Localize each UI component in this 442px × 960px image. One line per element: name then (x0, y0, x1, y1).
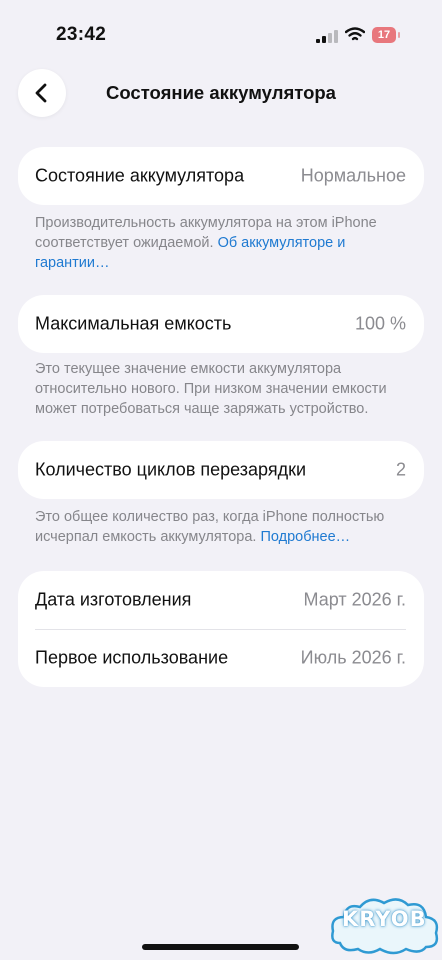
max-capacity-label: Максимальная емкость (35, 313, 232, 334)
cycle-count-more-link[interactable]: Подробнее… (260, 529, 350, 545)
cycle-count-row: Количество циклов перезарядки 2 (35, 441, 406, 499)
manufacture-date-label: Дата изготовления (35, 589, 192, 610)
status-time: 23:42 (56, 24, 107, 45)
page-title: Состояние аккумулятора (106, 82, 336, 103)
max-capacity-footnote: Это текущее значение емкости аккумулятор… (35, 359, 415, 419)
max-capacity-value: 100 % (354, 313, 406, 334)
max-capacity-card: Максимальная емкость 100 % (18, 295, 424, 353)
battery-health-footnote: Производительность аккумулятора на этом … (35, 213, 415, 273)
cycle-count-card: Количество циклов перезарядки 2 (18, 441, 424, 499)
battery-health-card[interactable]: Состояние аккумулятора Нормальное (18, 147, 424, 205)
battery-health-row[interactable]: Состояние аккумулятора Нормальное (35, 147, 406, 205)
cellular-signal-icon (316, 30, 338, 48)
cycle-count-label: Количество циклов перезарядки (35, 459, 307, 480)
home-indicator[interactable] (142, 944, 299, 950)
status-bar: 23:42 17 (0, 0, 442, 70)
battery-health-label: Состояние аккумулятора (35, 165, 245, 186)
cycle-count-value: 2 (395, 459, 406, 480)
battery-icon: 17 (372, 27, 396, 43)
max-capacity-row: Максимальная емкость 100 % (35, 295, 406, 353)
manufacture-date-row: Дата изготовления Март 2026 г. (35, 571, 406, 629)
first-use-value: Июль 2026 г. (300, 647, 406, 668)
manufacture-date-value: Март 2026 г. (303, 589, 406, 610)
cycle-count-footnote: Это общее количество раз, когда iPhone п… (35, 507, 415, 547)
wifi-icon (344, 27, 366, 47)
battery-health-value: Нормальное (300, 165, 406, 186)
watermark-text: KRYOB (342, 907, 427, 931)
max-capacity-footnote-text: Это текущее значение емкости аккумулятор… (35, 361, 387, 417)
dates-card: Дата изготовления Март 2026 г. Первое ис… (18, 571, 424, 687)
first-use-row: Первое использование Июль 2026 г. (35, 629, 406, 687)
battery-cap (398, 32, 400, 38)
first-use-label: Первое использование (35, 647, 229, 668)
